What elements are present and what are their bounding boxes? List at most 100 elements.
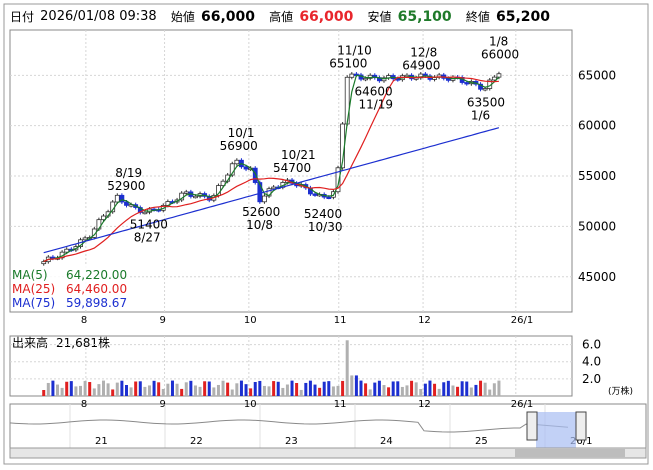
volume-bar xyxy=(331,386,335,396)
volume-bar xyxy=(79,385,83,396)
volume-bar xyxy=(391,381,395,396)
navigator-tick-label: 22 xyxy=(190,436,203,447)
volume-bar xyxy=(446,380,450,396)
price-annotation: 56900 xyxy=(220,139,258,153)
navigator-tick-label: 21 xyxy=(95,436,108,447)
volume-label: 出来高 xyxy=(12,335,48,350)
candle-body xyxy=(82,237,88,241)
volume-bar xyxy=(235,383,239,396)
volume-bar xyxy=(322,381,326,396)
volume-bar xyxy=(313,384,317,396)
volume-bar xyxy=(46,382,50,396)
price-annotation: 1/6 xyxy=(471,108,490,122)
volume-bar xyxy=(359,380,363,396)
volume-bar xyxy=(166,383,170,396)
volume-bar xyxy=(207,381,211,396)
y-tick-label: 45000 xyxy=(578,270,616,284)
price-annotation: 11/19 xyxy=(358,97,393,111)
volume-bar xyxy=(65,381,69,396)
volume-bar xyxy=(143,386,147,396)
volume-bar xyxy=(111,389,115,396)
volume-bar xyxy=(180,388,184,396)
candle-body xyxy=(482,88,488,91)
volume-bar xyxy=(120,380,124,396)
volume-bar xyxy=(419,389,423,396)
volume-bar xyxy=(88,382,92,396)
volume-bar xyxy=(304,382,308,396)
navigator-tick-label: 25 xyxy=(475,436,488,447)
volume-bar xyxy=(373,382,377,396)
volume-bar xyxy=(51,380,55,396)
volume-bar xyxy=(69,381,73,396)
volume-tick-label: 2.0 xyxy=(582,372,601,386)
price-annotation: 51400 xyxy=(130,217,168,231)
candle-body xyxy=(363,77,368,81)
price-annotation: 66000 xyxy=(481,47,519,61)
x-tick-label: 26/1 xyxy=(511,315,533,326)
y-tick-label: 60000 xyxy=(578,119,616,133)
volume-bar xyxy=(42,390,46,396)
price-annotation: 64600 xyxy=(354,84,392,98)
x-tick-label: 10 xyxy=(244,315,257,326)
volume-bar xyxy=(198,386,202,396)
candle-body xyxy=(142,211,148,215)
volume-bar xyxy=(83,380,87,396)
volume-bar xyxy=(161,388,165,396)
x-tick-label: 12 xyxy=(418,315,431,326)
price-annotation: 8/19 xyxy=(115,166,142,180)
volume-bar xyxy=(433,383,437,396)
volume-bar xyxy=(318,387,322,396)
ma-legend-value: 59,898.67 xyxy=(66,296,127,310)
volume-bar xyxy=(465,381,469,396)
volume-value: 21,681株 xyxy=(56,335,110,350)
volume-bar xyxy=(327,381,331,396)
candle-body xyxy=(183,191,189,194)
volume-bar xyxy=(276,381,280,396)
volume-bar xyxy=(396,381,400,396)
volume-bar xyxy=(216,384,220,396)
volume-bar xyxy=(134,381,138,396)
price-annotation: 52400 xyxy=(304,207,342,221)
volume-bar xyxy=(295,383,299,396)
x-tick-label: 12 xyxy=(418,399,431,410)
price-annotation: 64900 xyxy=(402,58,440,72)
volume-bar xyxy=(414,382,418,396)
candle-body xyxy=(234,159,240,165)
x-tick-label: 10 xyxy=(244,399,257,410)
x-tick-label: 11 xyxy=(334,399,347,410)
x-tick-label: 8 xyxy=(81,315,87,326)
volume-bar xyxy=(56,384,60,396)
volume-bar xyxy=(456,386,460,396)
volume-bar xyxy=(460,381,464,396)
price-annotation: 12/8 xyxy=(410,45,437,59)
volume-bar xyxy=(442,382,446,396)
volume-bar xyxy=(244,384,248,396)
volume-bar xyxy=(74,386,78,396)
volume-bar xyxy=(101,380,105,396)
volume-bar xyxy=(129,387,133,396)
volume-bar xyxy=(60,387,64,396)
volume-bar xyxy=(226,382,230,396)
volume-bar xyxy=(212,387,216,396)
volume-bar xyxy=(272,381,276,396)
x-tick-label: 8 xyxy=(81,399,87,410)
y-tick-label: 50000 xyxy=(578,219,616,233)
volume-bar xyxy=(175,383,179,396)
volume-bar xyxy=(497,380,501,396)
volume-bar xyxy=(281,387,285,396)
candle-body xyxy=(262,195,267,203)
volume-bar xyxy=(364,383,368,396)
volume-bar xyxy=(474,384,478,396)
volume-bar xyxy=(405,385,409,396)
volume-bar xyxy=(483,382,487,396)
candle-body xyxy=(312,193,318,196)
volume-bar xyxy=(345,340,349,396)
ma-legend-value: 64,460.00 xyxy=(66,282,127,296)
volume-bar xyxy=(400,386,404,396)
volume-bar xyxy=(437,388,441,396)
volume-bar xyxy=(152,380,156,396)
volume-bar xyxy=(92,388,96,396)
candle-body xyxy=(114,194,120,203)
volume-bar xyxy=(382,385,386,396)
navigator-scroll-thumb xyxy=(515,449,625,457)
